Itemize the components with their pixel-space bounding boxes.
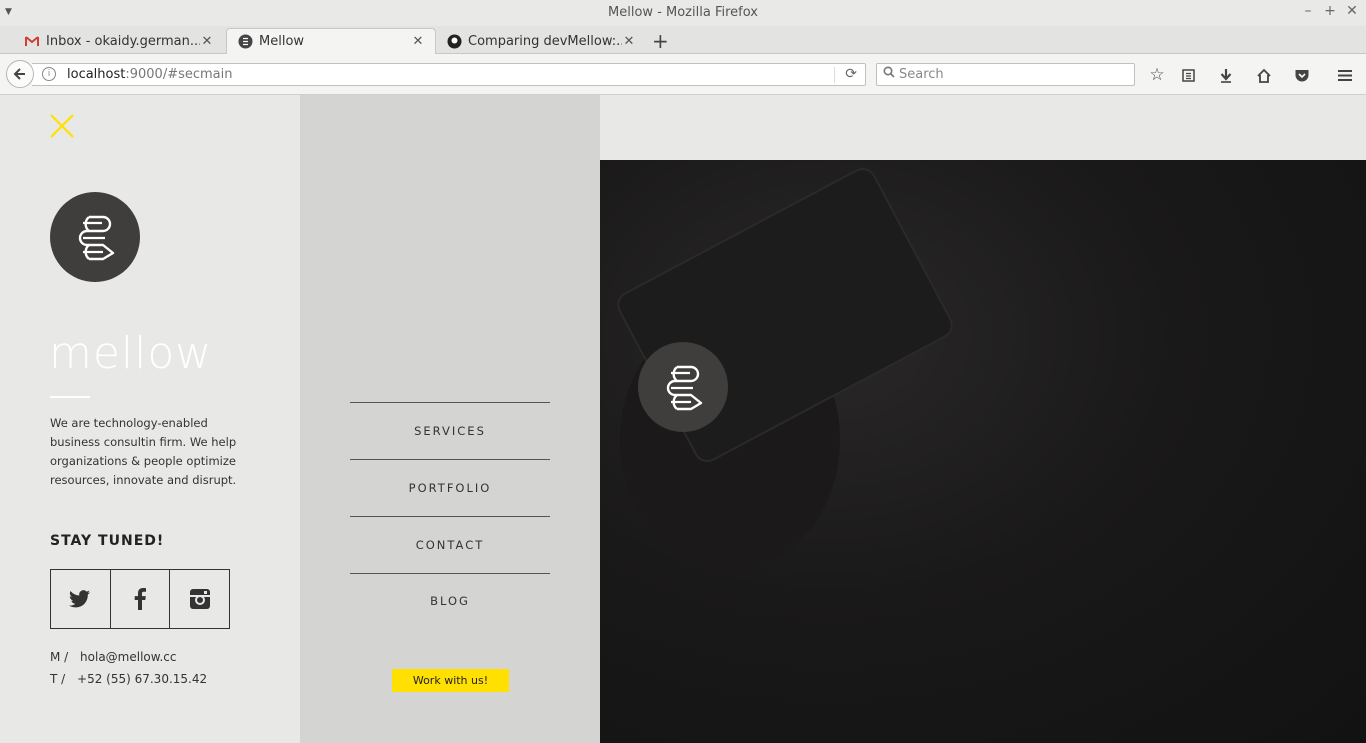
window-controls: – + ✕ (1302, 3, 1358, 19)
tab-mellow[interactable]: Mellow ✕ (226, 28, 436, 54)
twitter-icon (69, 590, 91, 608)
phone-link[interactable]: +52 (55) 67.30.15.42 (77, 672, 207, 686)
stay-tuned-heading: STAY TUNED! (50, 533, 165, 549)
menu-item-services[interactable]: SERVICES (350, 402, 550, 459)
brand-underline (50, 396, 90, 398)
search-box[interactable] (876, 63, 1135, 86)
instagram-link[interactable] (170, 570, 229, 628)
site-info-icon[interactable]: i (42, 67, 56, 81)
facebook-link[interactable] (111, 570, 171, 628)
window-titlebar: ▼ Mellow - Mozilla Firefox – + ✕ (0, 0, 1366, 26)
close-tab-icon[interactable]: ✕ (411, 34, 425, 49)
mellow-logo-icon (78, 215, 115, 261)
mellow-favicon (237, 34, 253, 50)
tab-label: Comparing devMellow:... (468, 33, 622, 49)
tab-github[interactable]: Comparing devMellow:... ✕ (436, 28, 646, 54)
pocket-icon[interactable] (1291, 64, 1313, 86)
contact-phone: T / +52 (55) 67.30.15.42 (50, 672, 207, 686)
search-input[interactable] (899, 66, 1129, 83)
social-links (50, 569, 230, 629)
brand-logo[interactable] (50, 192, 140, 282)
url-bar[interactable]: i localhost:9000/#secmain ⟳ (32, 63, 866, 86)
tab-label: Mellow (259, 34, 305, 49)
back-arrow-icon (13, 68, 25, 80)
close-window-icon[interactable]: ✕ (1346, 3, 1358, 19)
navigation-toolbar: i localhost:9000/#secmain ⟳ ☆ (0, 54, 1366, 95)
close-menu-icon[interactable] (49, 113, 75, 139)
hamburger-menu-icon[interactable] (1334, 64, 1356, 86)
tab-strip: Inbox - okaidy.german... ✕ Mellow ✕ Comp… (0, 26, 1366, 54)
home-icon[interactable] (1253, 64, 1275, 86)
bookmark-star-icon[interactable]: ☆ (1146, 64, 1168, 86)
url-text[interactable]: localhost:9000/#secmain (67, 67, 233, 82)
email-link[interactable]: hola@mellow.cc (80, 650, 176, 664)
reading-list-icon[interactable] (1177, 64, 1199, 86)
search-icon (883, 66, 895, 82)
window-title: Mellow - Mozilla Firefox (608, 5, 758, 20)
contact-label: M / (50, 650, 69, 664)
mellow-logo-icon (666, 365, 703, 411)
close-tab-icon[interactable]: ✕ (200, 34, 214, 49)
back-button[interactable] (6, 60, 34, 88)
minimize-icon[interactable]: – (1302, 3, 1314, 19)
github-icon (446, 33, 462, 49)
url-host: localhost (67, 67, 126, 82)
menu-item-portfolio[interactable]: PORTFOLIO (350, 459, 550, 516)
company-tagline: We are technology-enabled business consu… (50, 416, 237, 487)
url-divider (834, 67, 835, 83)
new-tab-icon[interactable]: + (652, 29, 669, 53)
instagram-icon (189, 589, 210, 609)
top-strip (600, 95, 1366, 160)
menu-item-blog[interactable]: BLOG (350, 573, 550, 628)
download-icon[interactable] (1215, 64, 1237, 86)
main-menu: SERVICES PORTFOLIO CONTACT BLOG (350, 402, 550, 628)
maximize-icon[interactable]: + (1324, 3, 1336, 19)
url-path: :9000/#secmain (125, 67, 233, 82)
contact-email: M / hola@mellow.cc (50, 650, 177, 664)
work-with-us-button[interactable]: Work with us! (392, 669, 509, 692)
menu-item-contact[interactable]: CONTACT (350, 516, 550, 573)
gmail-icon (24, 33, 40, 49)
twitter-link[interactable] (51, 570, 111, 628)
hero-image (600, 160, 1366, 743)
close-tab-icon[interactable]: ✕ (622, 34, 636, 49)
tab-inbox[interactable]: Inbox - okaidy.german... ✕ (14, 28, 224, 54)
facebook-icon (134, 588, 146, 610)
contact-label: T / (50, 672, 66, 686)
reload-icon[interactable]: ⟳ (845, 66, 857, 82)
hero-logo[interactable] (638, 342, 728, 432)
brand-wordmark: mellow (49, 328, 213, 379)
tab-label: Inbox - okaidy.german... (46, 33, 200, 49)
